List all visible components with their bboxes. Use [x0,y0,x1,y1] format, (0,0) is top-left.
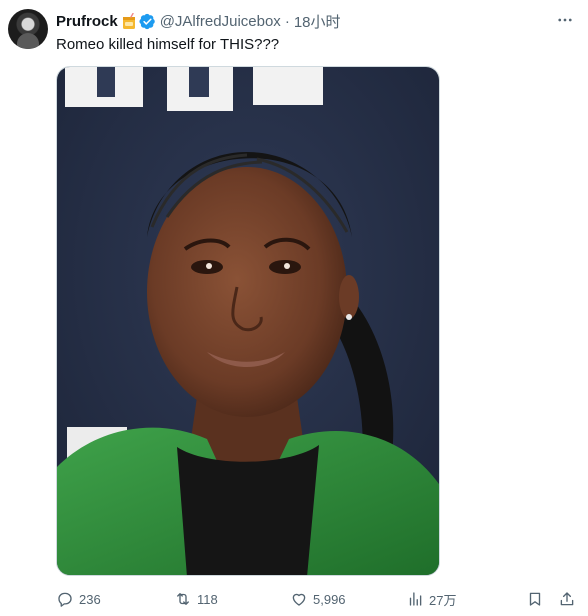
retweet-button[interactable]: 118 [174,588,218,610]
reply-icon [58,592,72,607]
bookmark-button[interactable] [526,588,544,610]
separator-dot: · [284,12,290,30]
tweet-actions: 236 118 5,996 27万 [56,588,580,610]
author-handle[interactable]: @JAlfredJuicebox [160,13,281,30]
tweet-timestamp[interactable]: 18小时 [294,11,341,32]
heart-icon [292,593,306,606]
views-button[interactable]: 27万 [406,588,456,610]
views-chart-icon [409,592,422,606]
more-dots-icon [558,18,572,22]
bookmark-icon [529,592,541,606]
like-count: 5,996 [313,591,346,607]
reply-button[interactable]: 236 [56,588,101,610]
author-display-name[interactable]: Prufrock [56,13,118,30]
author-avatar[interactable] [8,9,48,49]
tweet-header: Prufrock @JAlfredJuicebox · 18小时 [56,11,341,31]
like-button[interactable]: 5,996 [290,588,346,610]
tweet-photo[interactable] [56,66,440,576]
reply-count: 236 [79,591,101,607]
share-button[interactable] [558,588,576,610]
more-options-button[interactable] [554,9,576,31]
share-icon [560,592,574,606]
verified-badge-icon [139,13,156,30]
juice-box-emoji-icon [122,12,136,30]
retweet-icon [177,593,189,605]
tweet[interactable]: Prufrock @JAlfredJuicebox · 18小时 Romeo k… [0,0,588,616]
views-count: 27万 [429,592,457,608]
photo-icon [57,67,439,575]
tweet-text: Romeo killed himself for THIS??? [56,36,280,53]
retweet-count: 118 [197,591,218,607]
